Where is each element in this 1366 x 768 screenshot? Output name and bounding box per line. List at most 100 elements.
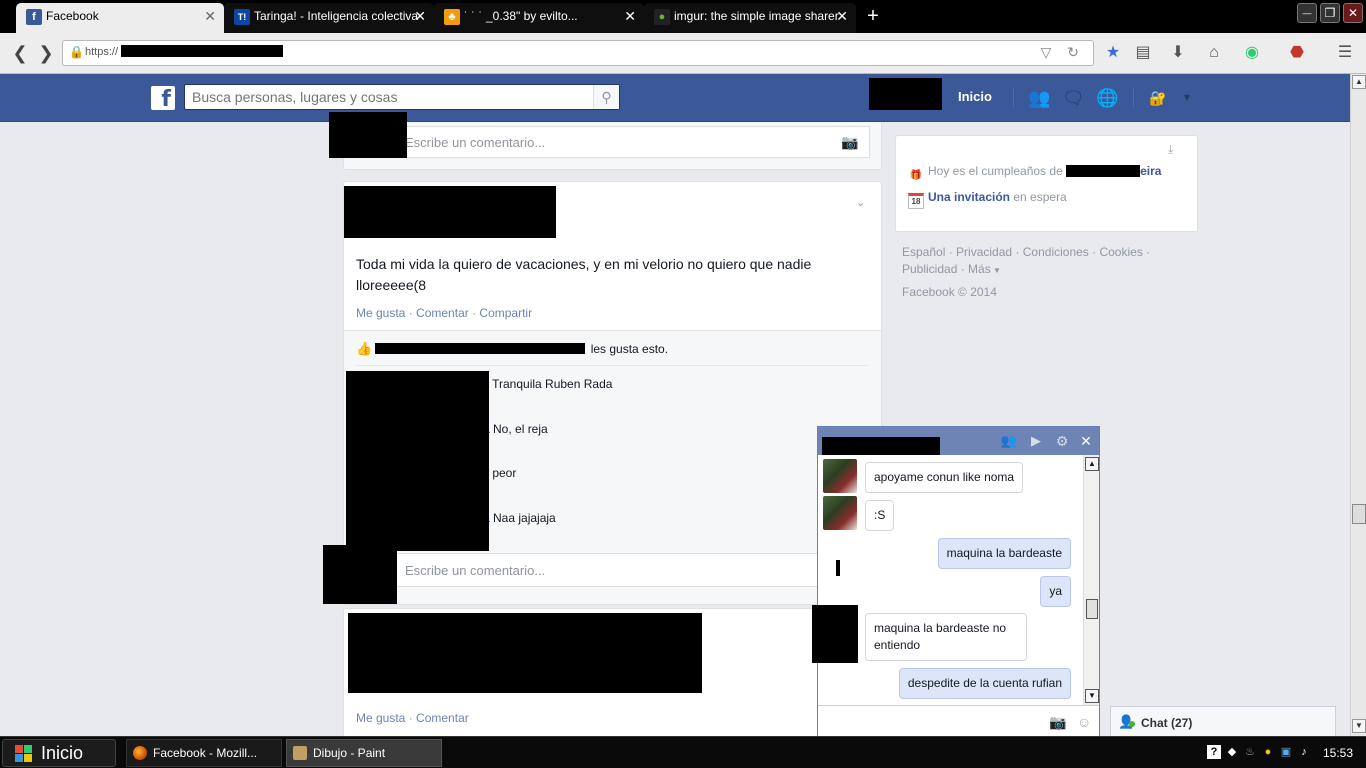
scroll-down-icon[interactable]: ▼ [1352,719,1366,733]
system-tray: ? ◆ ♨ ● ▣ ♪ 15:53 [1205,739,1365,767]
display-icon[interactable]: ▣ [1279,745,1293,759]
close-tab-icon[interactable]: ✕ [836,3,848,30]
update-icon[interactable]: ● [1261,745,1275,759]
comment-input[interactable]: Escribe un comentario... [396,126,870,158]
taskbar-item-label: Dibujo - Paint [313,746,386,760]
post-options-chevron-icon[interactable]: ⌄ [856,196,865,209]
video-call-icon[interactable]: ▶ [1027,432,1045,450]
home-icon[interactable]: ⌂ [1203,42,1225,64]
close-tab-icon[interactable]: ✕ [414,3,426,30]
calendar-icon: 18 [908,193,924,209]
chat-header[interactable]: 👥 ▶ ⚙ ✕ [818,427,1099,455]
volume-icon[interactable]: ♪ [1297,745,1311,759]
download-icon[interactable]: ⬇ [1167,42,1189,64]
forward-icon[interactable]: ❯ [34,41,58,65]
bookmarks-list-icon[interactable]: ▤ [1132,42,1154,64]
taskbar-item-paint[interactable]: Dibujo - Paint [286,739,442,767]
scroll-up-icon[interactable]: ▲ [1085,457,1099,471]
scroll-up-icon[interactable]: ▲ [1352,75,1366,89]
comment-link[interactable]: Comentar [416,306,469,320]
camera-icon[interactable]: 📷 [841,134,858,151]
url-bar[interactable]: 🔒 https:// ▽ ↻ [62,40,1094,66]
home-link[interactable]: Inicio [958,89,992,104]
close-tab-icon[interactable]: ✕ [624,3,636,30]
help-icon[interactable]: ? [1207,745,1221,759]
birthday-name[interactable]: eira [1140,164,1161,178]
scroll-thumb[interactable] [1352,504,1366,524]
invitation-row[interactable]: 18 Una invitación en espera [908,190,1067,209]
privacy-shortcuts-icon[interactable]: 🔐 [1147,87,1169,109]
messages-icon[interactable]: 🗨 [1062,87,1085,109]
start-button[interactable]: Inicio [2,739,116,767]
bookmark-star-icon[interactable]: ★ [1102,42,1124,64]
add-friend-icon[interactable]: 👥 [1000,432,1018,450]
extension-green-icon[interactable]: ◉ [1241,42,1263,64]
like-link[interactable]: Me gusta [356,306,405,320]
friend-avatar [823,496,857,530]
caret-icon[interactable]: ▼ [991,266,1001,275]
footer-link[interactable]: Privacidad [956,245,1012,259]
taringa-favicon-icon: T! [234,9,250,25]
comment-link[interactable]: Comentar [416,711,469,725]
notifications-globe-icon[interactable]: 🌐 [1096,87,1118,109]
footer-link[interactable]: Español [902,245,945,259]
comment-text: á Naa jajajaja [483,511,556,525]
windows-taskbar: Inicio Facebook - Mozill... Dibujo - Pai… [0,736,1366,768]
tab-facebook[interactable]: f Facebook ✕ [16,3,224,33]
comment-input[interactable]: Escribe un comentario... [396,553,870,587]
clock[interactable]: 15:53 [1323,746,1353,760]
footer-link[interactable]: Más [968,262,991,276]
chat-sidebar-tab[interactable]: 👤 Chat (27) [1110,706,1336,737]
page-scrollbar[interactable]: ▲ ▼ [1350,74,1366,736]
tab-imgur[interactable]: ● imgur: the simple image sharer ✕ [644,3,856,33]
like-thumb-icon: 👍 [356,341,373,356]
download-arrow-icon[interactable]: ⤓ [1168,142,1173,157]
tab-taringa[interactable]: T! Taringa! - Inteligencia colectiva ✕ [224,3,434,33]
restore-button[interactable]: ❐ [1320,3,1340,23]
redacted-avatar [323,545,397,604]
likes-summary: 👍 les gusta esto. [356,341,668,356]
chat-input[interactable]: 📷 ☺ [818,705,1099,739]
tab-audio[interactable]: ♣ ˙ ˙ ˙ _0.38" by evilto... ✕ [434,3,644,33]
steam-icon[interactable]: ♨ [1243,745,1257,759]
taskbar-item-firefox[interactable]: Facebook - Mozill... [126,739,282,767]
network-icon[interactable]: ◆ [1225,745,1239,759]
gear-icon[interactable]: ⚙ [1053,432,1071,450]
facebook-logo-icon[interactable]: f [151,86,175,112]
account-dropdown-icon[interactable]: ▼ [1176,87,1198,109]
search-icon[interactable]: ⚲ [593,85,619,109]
close-tab-icon[interactable]: ✕ [204,3,216,30]
back-icon[interactable]: ❮ [8,41,32,65]
birthday-row[interactable]: 🎁 Hoy es el cumpleaños de eira [908,164,1162,186]
friend-requests-icon[interactable]: 👥 [1028,87,1050,109]
reload-icon[interactable]: ▽ ↻ [1041,44,1085,61]
footer-link[interactable]: Cookies [1099,245,1142,259]
like-link[interactable]: Me gusta [356,711,405,725]
close-window-button[interactable]: ✕ [1343,3,1363,23]
footer-link[interactable]: Publicidad [902,262,957,276]
search-box[interactable]: ⚲ [184,84,620,110]
scroll-thumb[interactable] [1086,599,1098,619]
close-chat-icon[interactable]: ✕ [1077,432,1095,450]
post-text: Toda mi vida la quiero de vacaciones, y … [356,256,812,293]
online-indicator-icon [1129,721,1135,727]
minimize-button[interactable]: — [1297,3,1317,23]
chat-scrollbar[interactable]: ▲ ▼ [1083,455,1099,705]
invitation-link[interactable]: Una invitación [928,190,1010,204]
emoji-icon[interactable]: ☺ [1077,714,1091,730]
divider [356,365,868,366]
facebook-favicon-icon: f [26,9,42,25]
camera-icon[interactable]: 📷 [1049,714,1066,731]
share-link[interactable]: Compartir [479,306,532,320]
footer-link[interactable]: Condiciones [1023,245,1089,259]
adblock-icon[interactable]: ⬣ [1286,42,1308,64]
redacted-profile[interactable] [869,78,942,110]
tab-title: Taringa! - Inteligencia colectiva [254,9,419,23]
paint-icon [293,746,307,760]
menu-icon[interactable]: ☰ [1334,42,1356,64]
scroll-down-icon[interactable]: ▼ [1085,689,1099,703]
facebook-header: f ⚲ Inicio 👥 🗨 🌐 🔐 ▼ [0,74,1350,122]
search-input[interactable] [185,85,593,109]
new-tab-button[interactable]: + [862,3,884,29]
redacted-commenters [346,371,489,551]
